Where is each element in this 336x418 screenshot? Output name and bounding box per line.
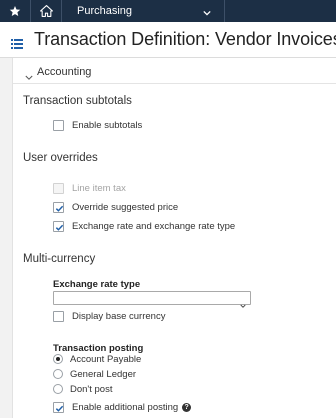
checkbox-label: Display base currency	[72, 310, 166, 322]
radio-label: Account Payable	[70, 353, 142, 365]
top-navigation-bar: Purchasing	[0, 0, 336, 22]
radio-button[interactable]	[53, 354, 63, 364]
checkbox-label: Exchange rate and exchange rate type	[72, 220, 236, 232]
chevron-down-icon	[203, 4, 211, 22]
radio-label: General Ledger	[70, 368, 137, 380]
checkbox-label: Enable subtotals	[72, 119, 143, 131]
checkbox[interactable]	[53, 401, 64, 413]
subtotals-heading: Transaction subtotals	[23, 95, 132, 107]
display-base-currency-checkbox[interactable]: Display base currency	[53, 309, 165, 323]
help-question-icon[interactable]: ?	[182, 402, 192, 412]
exchange-rate-override-checkbox[interactable]: Exchange rate and exchange rate type	[53, 219, 235, 233]
favorites-star-icon[interactable]	[0, 0, 30, 22]
checkbox[interactable]	[53, 310, 64, 322]
checkbox[interactable]	[53, 220, 64, 232]
section-title: Accounting	[37, 66, 92, 78]
chevron-down-icon	[25, 68, 33, 86]
enable-subtotals-checkbox[interactable]: Enable subtotals	[53, 118, 142, 132]
enable-additional-posting-checkbox[interactable]: Enable additional posting ?	[53, 400, 192, 414]
checkbox[interactable]	[53, 201, 64, 213]
checkbox[interactable]	[53, 119, 64, 131]
exchange-rate-type-label: Exchange rate type	[53, 279, 141, 290]
checkmark-icon	[55, 205, 64, 212]
menu-list-icon[interactable]	[11, 36, 23, 54]
multicurrency-heading: Multi-currency	[23, 253, 96, 265]
checkmark-icon	[55, 405, 64, 412]
radio-label: Don't post	[70, 383, 113, 395]
page-title: Transaction Definition: Vendor Invoices	[34, 29, 336, 49]
module-label: Purchasing	[77, 5, 133, 17]
radio-button[interactable]	[53, 384, 63, 394]
line-item-tax-checkbox: Line item tax	[53, 181, 126, 195]
chevron-down-icon	[240, 296, 246, 314]
page-header: Transaction Definition: Vendor Invoices	[0, 22, 336, 58]
posting-option-general-ledger[interactable]: General Ledger	[53, 368, 136, 380]
radio-button[interactable]	[53, 369, 63, 379]
exchange-rate-type-select[interactable]	[53, 291, 251, 308]
divider	[224, 0, 225, 22]
checkbox-label: Enable additional posting	[72, 401, 179, 413]
checkbox-label: Line item tax	[72, 182, 126, 194]
form-content: Accounting Transaction subtotals Enable …	[12, 58, 336, 418]
module-selector[interactable]: Purchasing	[62, 0, 224, 22]
overrides-heading: User overrides	[23, 152, 98, 164]
radio-selected-dot	[56, 357, 60, 361]
checkmark-icon	[55, 224, 64, 231]
posting-option-account-payable[interactable]: Account Payable	[53, 353, 141, 365]
accounting-section-header[interactable]: Accounting	[13, 58, 336, 84]
checkbox	[53, 182, 64, 194]
checkbox-label: Override suggested price	[72, 201, 179, 213]
posting-option-dont-post[interactable]: Don't post	[53, 383, 112, 395]
override-price-checkbox[interactable]: Override suggested price	[53, 200, 178, 214]
home-icon[interactable]	[31, 0, 61, 22]
